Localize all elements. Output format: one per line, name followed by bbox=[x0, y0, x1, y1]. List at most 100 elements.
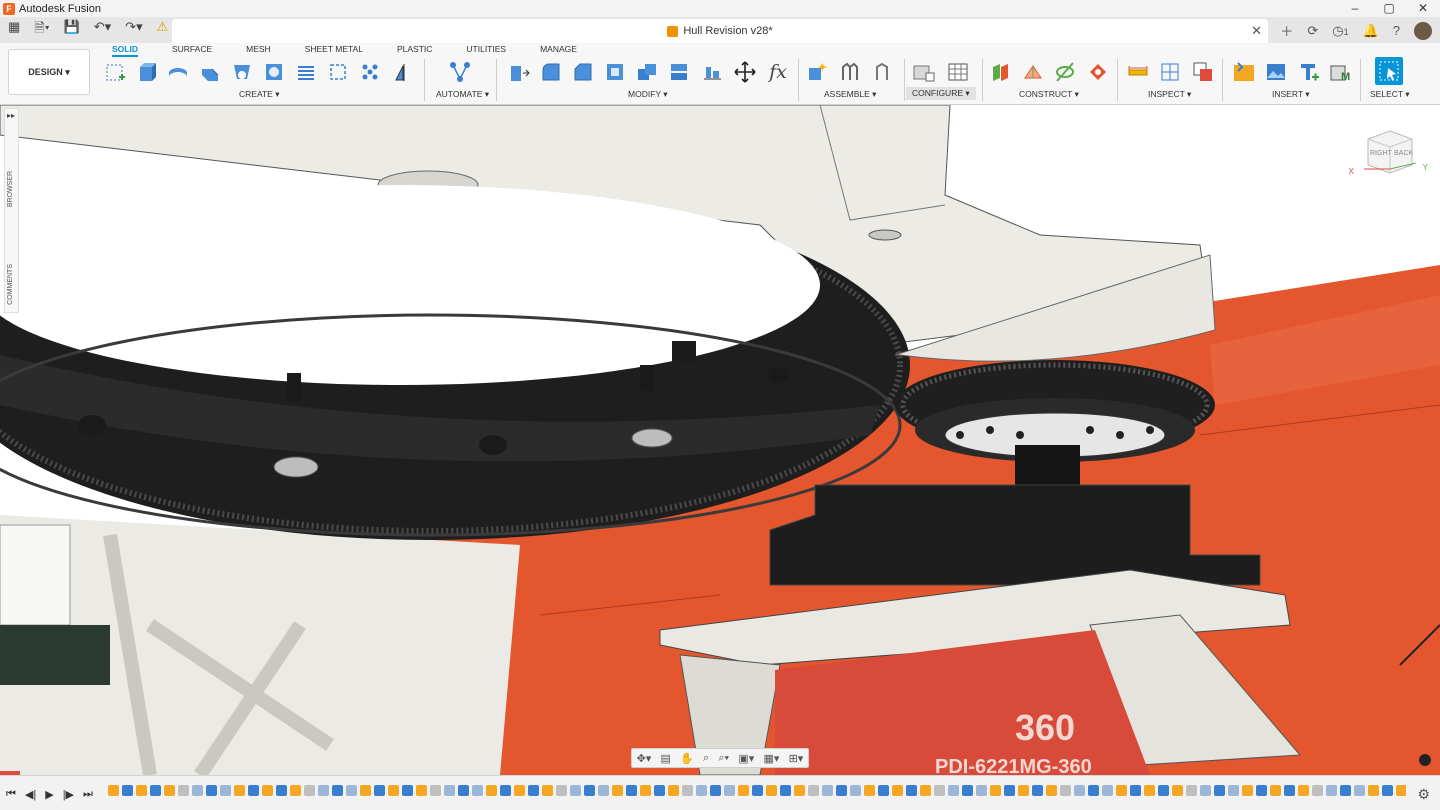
timeline-feature-icon[interactable] bbox=[584, 785, 595, 796]
pattern-icon[interactable] bbox=[358, 59, 382, 85]
grid-menu-icon[interactable]: ▦ bbox=[8, 19, 20, 41]
interference-icon[interactable] bbox=[1191, 59, 1215, 85]
timeline-feature-icon[interactable] bbox=[164, 785, 175, 796]
new-component-icon[interactable] bbox=[805, 59, 829, 85]
timeline-feature-icon[interactable] bbox=[1326, 785, 1337, 796]
timeline-feature-icon[interactable] bbox=[1354, 785, 1365, 796]
create-sketch-icon[interactable] bbox=[103, 59, 127, 85]
timeline-feature-icon[interactable] bbox=[1144, 785, 1155, 796]
refresh-icon[interactable]: ⟳ bbox=[1307, 23, 1318, 39]
timeline-feature-icon[interactable] bbox=[668, 785, 679, 796]
timeline-feature-icon[interactable] bbox=[640, 785, 651, 796]
timeline-feature-icon[interactable] bbox=[500, 785, 511, 796]
model-viewport[interactable]: 360 PDI-6221MG-360 RIGHT BACK X Y ✥▾ ▤ ✋… bbox=[0, 105, 1440, 775]
browser-tab[interactable]: BROWSER bbox=[7, 171, 14, 207]
revolve-icon[interactable] bbox=[166, 59, 190, 85]
orbit-icon[interactable]: ✥▾ bbox=[637, 752, 652, 765]
as-built-joint-icon[interactable] bbox=[870, 59, 894, 85]
timeline-feature-icon[interactable] bbox=[1116, 785, 1127, 796]
timeline-feature-icon[interactable] bbox=[360, 785, 371, 796]
align-icon[interactable] bbox=[700, 59, 724, 85]
mirror-icon[interactable] bbox=[392, 59, 416, 85]
timeline-feature-icon[interactable] bbox=[318, 785, 329, 796]
step-back-icon[interactable]: ◀| bbox=[25, 788, 36, 801]
timeline-feature-icon[interactable] bbox=[514, 785, 525, 796]
measure-icon[interactable] bbox=[1126, 59, 1150, 85]
timeline-feature-icon[interactable] bbox=[1242, 785, 1253, 796]
timeline-feature-icon[interactable] bbox=[906, 785, 917, 796]
job-status-icon[interactable]: ◷1 bbox=[1332, 23, 1348, 39]
configure-icon[interactable] bbox=[912, 59, 936, 85]
sweep-icon[interactable] bbox=[198, 59, 222, 85]
thread-icon[interactable] bbox=[294, 59, 318, 85]
timeline-feature-icon[interactable] bbox=[192, 785, 203, 796]
timeline-feature-icon[interactable] bbox=[122, 785, 133, 796]
timeline-feature-icon[interactable] bbox=[136, 785, 147, 796]
timeline-feature-icon[interactable] bbox=[920, 785, 931, 796]
tab-sheet-metal[interactable]: SHEET METAL bbox=[305, 44, 363, 57]
insert-group-label[interactable]: INSERT ▾ bbox=[1272, 89, 1310, 100]
timeline-feature-icon[interactable] bbox=[1186, 785, 1197, 796]
timeline-feature-icon[interactable] bbox=[626, 785, 637, 796]
tab-mesh[interactable]: MESH bbox=[246, 44, 271, 57]
timeline-feature-icon[interactable] bbox=[1046, 785, 1057, 796]
grid-settings-icon[interactable]: ▦▾ bbox=[763, 752, 779, 765]
timeline-feature-icon[interactable] bbox=[1312, 785, 1323, 796]
timeline-feature-icon[interactable] bbox=[976, 785, 987, 796]
configuration-table-icon[interactable] bbox=[946, 59, 970, 85]
timeline-feature-icon[interactable] bbox=[1032, 785, 1043, 796]
zoom-icon[interactable]: ⌕ bbox=[703, 752, 709, 765]
shell-icon[interactable] bbox=[603, 59, 627, 85]
hole-icon[interactable] bbox=[262, 59, 286, 85]
timeline-feature-icon[interactable] bbox=[472, 785, 483, 796]
tab-utilities[interactable]: UTILITIES bbox=[466, 44, 506, 57]
insert-mcmaster-icon[interactable]: M bbox=[1329, 59, 1353, 85]
avatar[interactable] bbox=[1414, 21, 1432, 40]
timeline-feature-icon[interactable] bbox=[710, 785, 721, 796]
timeline-feature-icon[interactable] bbox=[1130, 785, 1141, 796]
timeline-feature-icon[interactable] bbox=[1340, 785, 1351, 796]
joint-icon[interactable] bbox=[838, 59, 862, 85]
timeline-feature-icon[interactable] bbox=[808, 785, 819, 796]
save-icon[interactable]: 💾 bbox=[64, 19, 80, 41]
timeline-feature-icon[interactable] bbox=[346, 785, 357, 796]
timeline-feature-icon[interactable] bbox=[570, 785, 581, 796]
timeline-feature-icon[interactable] bbox=[752, 785, 763, 796]
undo-icon[interactable]: ↶▾ bbox=[94, 19, 111, 41]
press-pull-icon[interactable] bbox=[507, 59, 531, 85]
offset-plane-icon[interactable] bbox=[989, 59, 1013, 85]
timeline-feature-icon[interactable] bbox=[696, 785, 707, 796]
select-group-label[interactable]: SELECT ▾ bbox=[1370, 89, 1410, 100]
box-icon[interactable] bbox=[326, 59, 350, 85]
expand-panel-icon[interactable]: ▸▸ bbox=[7, 111, 15, 120]
timeline-feature-icon[interactable] bbox=[780, 785, 791, 796]
display-settings-icon[interactable]: ▣▾ bbox=[738, 752, 754, 765]
timeline-feature-icon[interactable] bbox=[1298, 785, 1309, 796]
timeline-feature-icon[interactable] bbox=[150, 785, 161, 796]
timeline-feature-icon[interactable] bbox=[962, 785, 973, 796]
point-icon[interactable] bbox=[1086, 59, 1110, 85]
timeline-feature-icon[interactable] bbox=[682, 785, 693, 796]
timeline-feature-icon[interactable] bbox=[234, 785, 245, 796]
timeline-feature-icon[interactable] bbox=[738, 785, 749, 796]
timeline-feature-icon[interactable] bbox=[556, 785, 567, 796]
close-tab-icon[interactable]: ✕ bbox=[1251, 23, 1262, 39]
assemble-group-label[interactable]: ASSEMBLE ▾ bbox=[824, 89, 876, 100]
timeline-feature-icon[interactable] bbox=[1284, 785, 1295, 796]
timeline-feature-icon[interactable] bbox=[850, 785, 861, 796]
timeline-feature-icon[interactable] bbox=[794, 785, 805, 796]
timeline-feature-icon[interactable] bbox=[248, 785, 259, 796]
timeline-feature-icon[interactable] bbox=[1382, 785, 1393, 796]
timeline-feature-icon[interactable] bbox=[206, 785, 217, 796]
configure-group-label[interactable]: CONFIGURE ▾ bbox=[906, 87, 976, 100]
timeline-feature-icon[interactable] bbox=[836, 785, 847, 796]
timeline-feature-icon[interactable] bbox=[486, 785, 497, 796]
timeline-feature-icon[interactable] bbox=[444, 785, 455, 796]
timeline-feature-icon[interactable] bbox=[1172, 785, 1183, 796]
move-icon[interactable] bbox=[733, 59, 757, 85]
minimize-button[interactable]: – bbox=[1338, 0, 1372, 17]
create-group-label[interactable]: CREATE ▾ bbox=[239, 89, 279, 100]
timeline-feature-icon[interactable] bbox=[724, 785, 735, 796]
timeline-feature-icon[interactable] bbox=[1270, 785, 1281, 796]
automate-group-label[interactable]: AUTOMATE ▾ bbox=[436, 89, 489, 100]
